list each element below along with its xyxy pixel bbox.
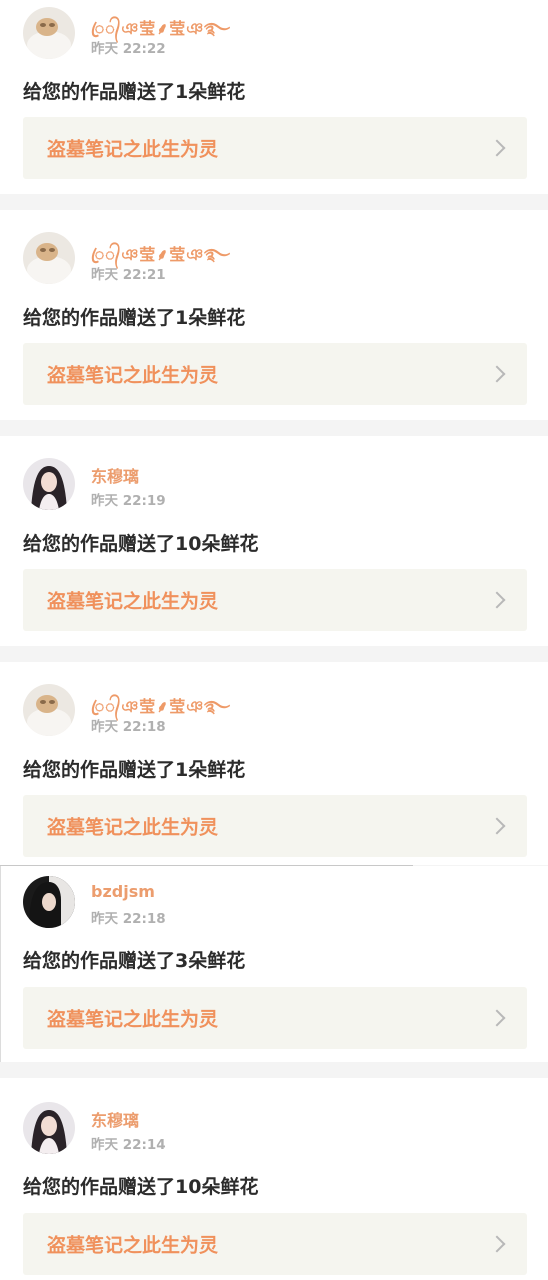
work-link[interactable]: 盗墓笔记之此生为灵 (23, 987, 527, 1049)
username[interactable]: bzdjsm (91, 882, 155, 901)
notification-card: ꦿ᭄ঞ莹⸙莹ঞ࿐ 昨天 22:21 给您的作品赠送了1朵鲜花 盗墓笔记之此生为灵 (0, 210, 548, 420)
timestamp: 昨天 22:19 (91, 493, 166, 509)
chevron-right-icon (488, 591, 506, 609)
chevron-right-icon (488, 817, 506, 835)
user-avatar[interactable] (23, 876, 75, 928)
work-title: 盗墓笔记之此生为灵 (47, 364, 219, 387)
notification-card: 东穆璃 昨天 22:14 给您的作品赠送了10朵鲜花 盗墓笔记之此生为灵 (0, 1078, 548, 1280)
work-title: 盗墓笔记之此生为灵 (47, 816, 219, 839)
gift-message: 给您的作品赠送了1朵鲜花 (23, 759, 246, 781)
user-avatar[interactable] (23, 1102, 75, 1154)
timestamp: 昨天 22:21 (91, 267, 166, 283)
work-title: 盗墓笔记之此生为灵 (47, 1234, 219, 1257)
gift-message: 给您的作品赠送了10朵鲜花 (23, 1176, 259, 1198)
work-link[interactable]: 盗墓笔记之此生为灵 (23, 343, 527, 405)
work-link[interactable]: 盗墓笔记之此生为灵 (23, 1213, 527, 1275)
chevron-right-icon (488, 1009, 506, 1027)
chevron-right-icon (488, 139, 506, 157)
work-link[interactable]: 盗墓笔记之此生为灵 (23, 795, 527, 857)
user-avatar[interactable] (23, 684, 75, 736)
username[interactable]: 东穆璃 (91, 463, 139, 487)
timestamp: 昨天 22:14 (91, 1137, 166, 1153)
username[interactable]: 东穆璃 (91, 1107, 139, 1131)
notification-feed: ꦿ᭄ঞ莹⸙莹ঞ࿐ 昨天 22:22 给您的作品赠送了1朵鲜花 盗墓笔记之此生为灵… (0, 0, 548, 1280)
gift-message: 给您的作品赠送了1朵鲜花 (23, 81, 246, 103)
divider (0, 866, 1, 1062)
notification-card: bzdjsm 昨天 22:18 给您的作品赠送了3朵鲜花 盗墓笔记之此生为灵 (0, 866, 548, 1062)
gift-message: 给您的作品赠送了10朵鲜花 (23, 533, 259, 555)
chevron-right-icon (488, 365, 506, 383)
notification-card: ꦿ᭄ঞ莹⸙莹ঞ࿐ 昨天 22:18 给您的作品赠送了1朵鲜花 盗墓笔记之此生为灵 (0, 662, 548, 865)
gift-message: 给您的作品赠送了1朵鲜花 (23, 307, 246, 329)
user-avatar[interactable] (23, 7, 75, 59)
user-avatar[interactable] (23, 458, 75, 510)
notification-card: ꦿ᭄ঞ莹⸙莹ঞ࿐ 昨天 22:22 给您的作品赠送了1朵鲜花 盗墓笔记之此生为灵 (0, 0, 548, 194)
work-link[interactable]: 盗墓笔记之此生为灵 (23, 117, 527, 179)
timestamp: 昨天 22:18 (91, 911, 166, 927)
work-title: 盗墓笔记之此生为灵 (47, 1008, 219, 1031)
work-link[interactable]: 盗墓笔记之此生为灵 (23, 569, 527, 631)
timestamp: 昨天 22:22 (91, 41, 166, 57)
work-title: 盗墓笔记之此生为灵 (47, 138, 219, 161)
notification-card: 东穆璃 昨天 22:19 给您的作品赠送了10朵鲜花 盗墓笔记之此生为灵 (0, 436, 548, 646)
user-avatar[interactable] (23, 232, 75, 284)
gift-message: 给您的作品赠送了3朵鲜花 (23, 950, 246, 972)
timestamp: 昨天 22:18 (91, 719, 166, 735)
chevron-right-icon (488, 1235, 506, 1253)
work-title: 盗墓笔记之此生为灵 (47, 590, 219, 613)
